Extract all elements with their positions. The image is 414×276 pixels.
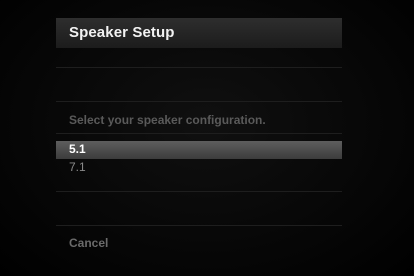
option-7-1[interactable]: 7.1 xyxy=(56,159,342,177)
speaker-setup-dialog: Speaker Setup Select your speaker config… xyxy=(56,18,342,260)
option-label: 7.1 xyxy=(69,160,86,174)
title-bar: Speaker Setup xyxy=(56,18,342,48)
divider xyxy=(56,67,342,68)
divider xyxy=(56,225,342,226)
option-5-1[interactable]: 5.1 xyxy=(56,141,342,159)
divider xyxy=(56,191,342,192)
prompt-text: Select your speaker configuration. xyxy=(69,113,266,127)
cancel-button[interactable]: Cancel xyxy=(69,236,108,250)
divider xyxy=(56,133,342,134)
screen-background: Speaker Setup Select your speaker config… xyxy=(0,0,414,276)
dialog-title: Speaker Setup xyxy=(69,24,175,41)
divider xyxy=(56,101,342,102)
option-label: 5.1 xyxy=(69,142,86,156)
